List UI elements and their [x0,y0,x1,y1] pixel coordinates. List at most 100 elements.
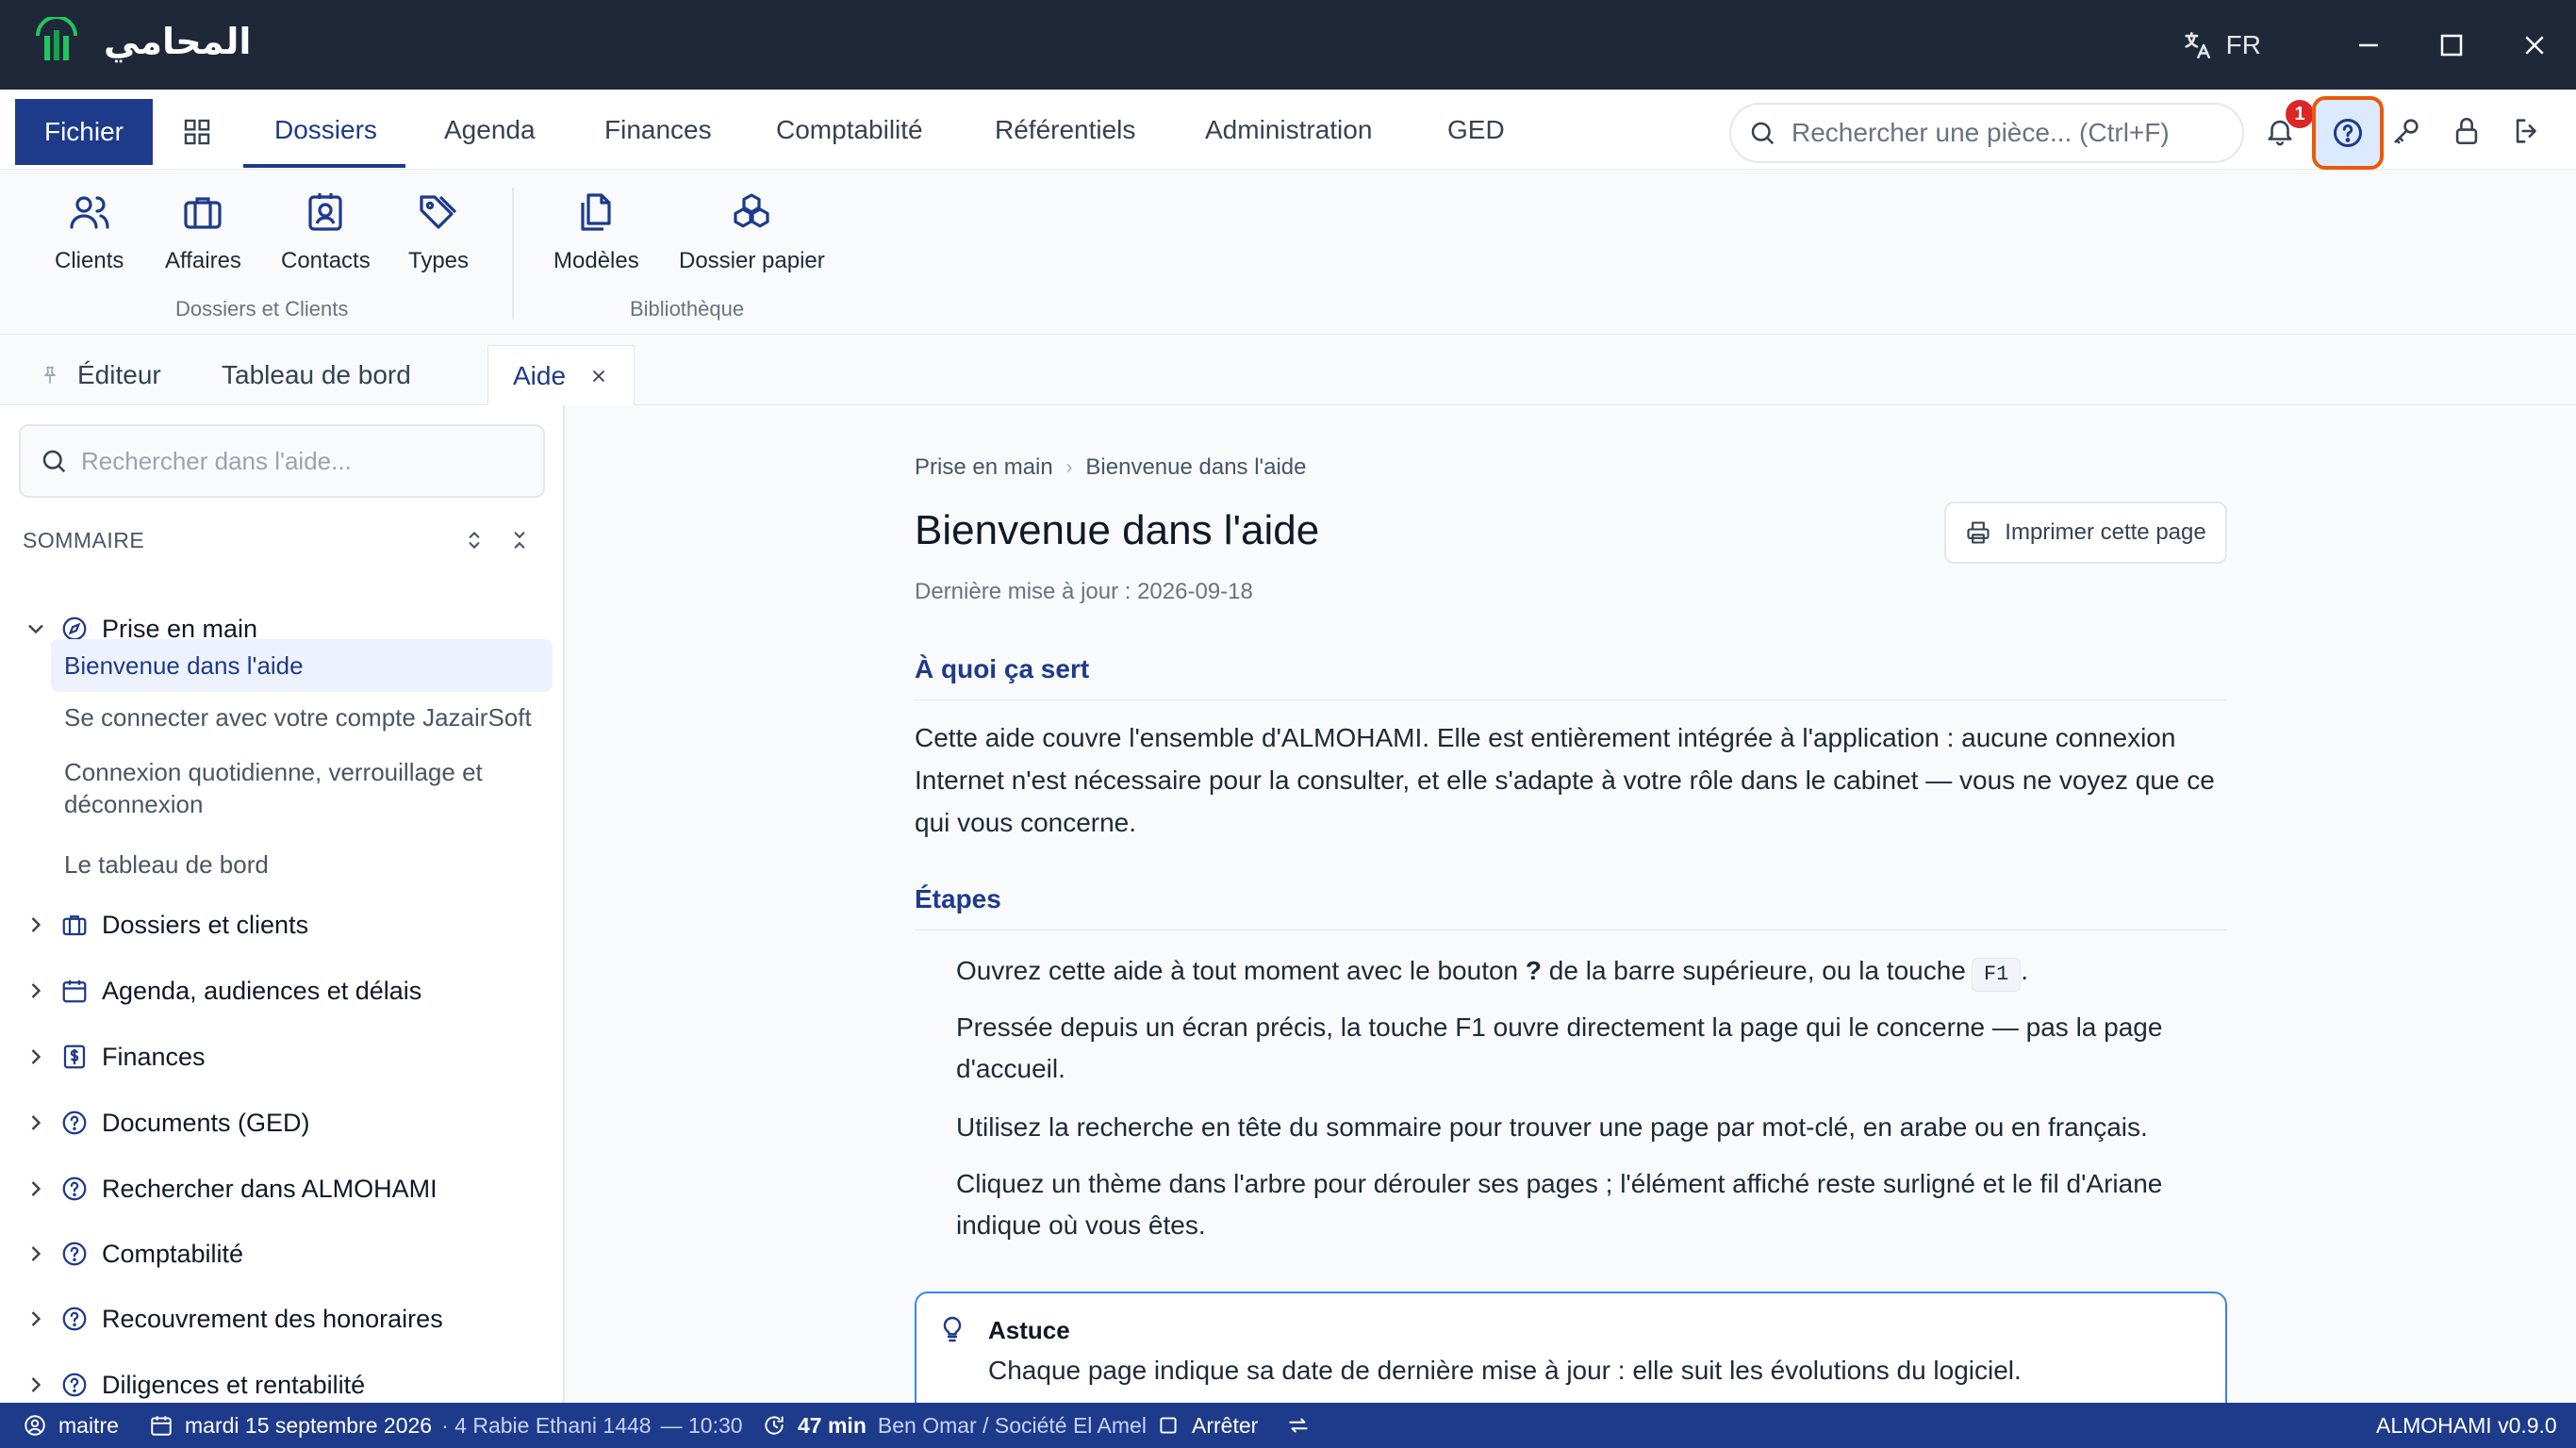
section-heading: Étapes [915,884,1001,913]
print-page-button[interactable]: Imprimer cette page [1944,502,2227,564]
status-timer[interactable]: 47 min Ben Omar / Société El Amel [762,1403,1147,1448]
status-date: mardi 15 septembre 2026 · 4 Rabie Ethani… [149,1403,743,1448]
ribbon-affaires[interactable]: Affaires [165,189,241,274]
tree-item-recouvrement[interactable]: Recouvrement des honoraires [0,1295,443,1342]
lock-button[interactable] [2442,107,2491,156]
step-item: Pressée depuis un écran précis, la touch… [956,1012,2163,1083]
swap-arrows-icon [1289,1418,1308,1433]
step-text-emphasis: ? [1525,956,1543,985]
briefcase-icon [62,915,87,936]
ribbon-modeles[interactable]: Modèles [553,189,639,274]
collapse-all-button[interactable] [504,524,536,556]
ribbon-contacts[interactable]: Contacts [281,189,371,274]
intro-paragraph: Cette aide couvre l'ensemble d'ALMOHAMI.… [915,723,2215,837]
menu-administration[interactable]: Administration [1205,90,1372,170]
dollar-icon [63,1045,86,1069]
contact-card-icon [308,193,342,231]
help-circle-icon [62,1307,87,1331]
expand-all-button[interactable] [458,524,490,556]
menu-comptabilite[interactable]: Comptabilité [776,90,923,170]
menu-agenda[interactable]: Agenda [444,90,536,170]
logout-button[interactable] [2502,107,2551,156]
tree-item-dossiers-clients[interactable]: Dossiers et clients [0,901,308,948]
tip-title: Astuce [988,1316,1070,1344]
menu-ged[interactable]: GED [1447,90,1505,170]
status-timer-client: Ben Omar / Société El Amel [877,1412,1147,1438]
ribbon-group-label: Dossiers et Clients [175,297,349,321]
close-tab-icon[interactable] [588,366,609,387]
close-icon [2525,35,2544,55]
section-heading: À quoi ça sert [915,654,1090,683]
search-icon [1751,122,1775,145]
menu-bar: Fichier Dossiers Agenda Finances Comptab… [0,90,2576,170]
help-button[interactable] [2312,96,2384,170]
ribbon-clients[interactable]: Clients [55,189,124,274]
app-logo: المحامي [32,17,251,66]
close-window-button[interactable] [2493,0,2576,90]
ribbon-types[interactable]: Types [408,189,469,274]
lightbulb-icon [943,1316,962,1342]
key-button[interactable] [2382,107,2431,156]
boxes-icon [734,193,769,228]
step-text: de la barre supérieure, ou la touche [1542,956,1966,985]
tip-text: Chaque page indique sa date de dernière … [988,1356,2022,1385]
chevron-right-icon [31,1049,41,1064]
help-circle-icon [62,1111,87,1135]
tab-tableau-de-bord[interactable]: Tableau de bord [222,345,411,405]
tree-item-agenda[interactable]: Agenda, audiences et délais [0,967,421,1014]
fichier-button[interactable]: Fichier [15,99,153,165]
tree-subitem-tableau-de-bord[interactable]: Le tableau de bord [64,848,545,880]
ribbon-dossier-papier-label: Dossier papier [679,248,825,273]
breadcrumb: Prise en main › Bienvenue dans l'aide [915,454,1307,481]
help-sidebar: SOMMAIRE Prise en main Bienvenue dans l'… [0,405,565,1403]
tree-item-finances[interactable]: Finances [0,1033,206,1080]
tree-subitem-connexion-quotidienne[interactable]: Connexion quotidienne, verrouillage et d… [64,756,545,820]
ribbon-modeles-label: Modèles [553,248,639,273]
sommaire-heading: SOMMAIRE [23,528,145,552]
global-search-input[interactable] [1792,118,2235,148]
tab-aide[interactable]: Aide [487,345,636,405]
menu-referentiels[interactable]: Référentiels [995,90,1135,170]
calendar-icon [151,1416,172,1436]
page-title: Bienvenue dans l'aide [915,507,1320,553]
stop-timer-button[interactable]: Arrêter [1156,1403,1258,1448]
key-icon [2394,119,2419,144]
switch-timer-button[interactable] [1286,1403,1322,1448]
documents-icon [581,193,611,231]
minimize-button[interactable] [2327,0,2410,90]
chevrons-up-down-icon [469,531,480,550]
tree-subitem-se-connecter[interactable]: Se connecter avec votre compte JazairSof… [64,701,545,733]
menu-dossiers[interactable]: Dossiers [274,90,377,170]
language-label: FR [2225,29,2261,59]
print-page-label: Imprimer cette page [2005,519,2206,545]
language-switch[interactable]: FR [2181,29,2261,61]
step-item: Utilisez la recherche en tête du sommair… [956,1112,2148,1142]
title-bar: المحامي FR [0,0,2576,90]
tab-label: Éditeur [77,360,161,389]
maximize-button[interactable] [2410,0,2493,90]
tab-editeur[interactable]: Éditeur [40,345,161,405]
stop-square-icon [1160,1417,1177,1434]
kbd-key: F1 [1971,958,2022,992]
status-user[interactable]: maitre [23,1403,119,1448]
ribbon-clients-label: Clients [55,248,124,273]
briefcase-icon [184,197,223,229]
chevron-right-icon [31,1181,41,1196]
tree-item-documents[interactable]: Documents (GED) [0,1099,310,1146]
active-menu-indicator [243,164,405,168]
tree-item-label: Agenda, audiences et délais [102,976,422,1005]
menu-finances[interactable]: Finances [604,90,712,170]
global-search[interactable] [1729,103,2244,163]
apps-grid-button[interactable] [175,110,219,154]
ribbon-group-label: Bibliothèque [630,297,745,321]
help-search-input[interactable] [81,446,534,476]
help-circle-icon [62,1373,87,1397]
tree-item-diligences[interactable]: Diligences et rentabilité [0,1361,365,1403]
help-search[interactable] [19,424,545,498]
tree-subitem-bienvenue[interactable]: Bienvenue dans l'aide [51,639,553,692]
ribbon-dossier-papier[interactable]: Dossier papier [679,189,825,274]
status-time: — 10:30 [660,1412,743,1438]
breadcrumb-item[interactable]: Prise en main [915,454,1053,481]
tree-item-comptabilite[interactable]: Comptabilité [0,1230,243,1277]
tree-item-rechercher[interactable]: Rechercher dans ALMOHAMI [0,1165,438,1212]
